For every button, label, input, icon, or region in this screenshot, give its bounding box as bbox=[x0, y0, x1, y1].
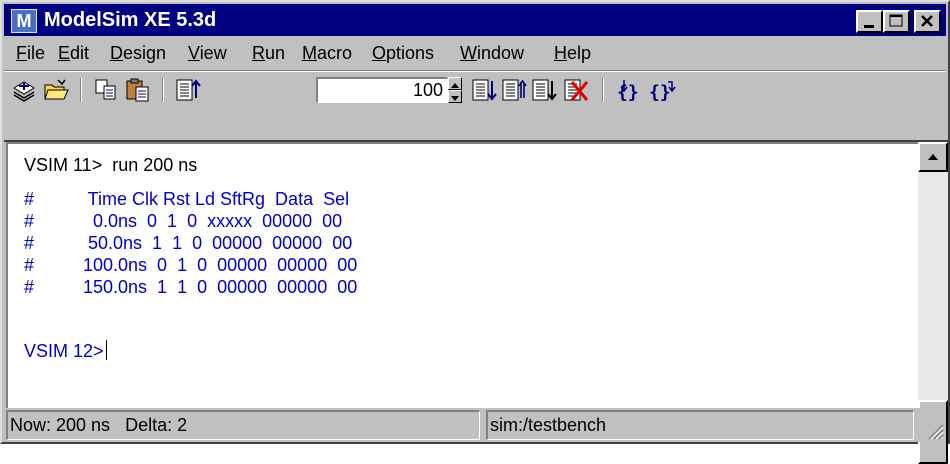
menu-window[interactable]: Window bbox=[460, 42, 524, 64]
step-out-brace-icon: {} bbox=[649, 81, 676, 103]
menu-run[interactable]: Run bbox=[252, 42, 285, 64]
spin-down-icon bbox=[451, 96, 459, 101]
menu-design[interactable]: Design bbox=[110, 42, 166, 64]
modelsim-window: M ModelSim XE 5.3d File Edit Design View… bbox=[0, 0, 950, 464]
modelsim-logo-icon[interactable]: M bbox=[11, 9, 37, 33]
step-out-brace-button[interactable]: {} bbox=[648, 76, 676, 104]
minimize-icon bbox=[864, 25, 874, 28]
console-output-line: # Time Clk Rst Ld SftRg Data Sel bbox=[24, 189, 350, 209]
spin-up-button[interactable] bbox=[448, 77, 462, 90]
paste-icon bbox=[126, 78, 149, 102]
sim-context: sim:/testbench bbox=[490, 415, 607, 435]
svg-text:{}: {} bbox=[649, 82, 671, 103]
menu-macro[interactable]: Macro bbox=[302, 42, 352, 64]
sim-context-panel: sim:/testbench bbox=[486, 410, 914, 440]
maximize-button[interactable] bbox=[883, 10, 910, 33]
continue-icon bbox=[532, 79, 557, 101]
load-design-button[interactable] bbox=[10, 76, 38, 104]
load-design-icon bbox=[13, 81, 35, 102]
sim-now: Now: 200 ns bbox=[10, 415, 111, 435]
console-prompt: VSIM 11> bbox=[24, 155, 103, 175]
console-output-line: # 100.0ns 0 1 0 00000 00000 00 bbox=[24, 255, 358, 275]
menu-bar: File Edit Design View Run Macro Options … bbox=[4, 38, 946, 68]
step-icon bbox=[472, 79, 497, 101]
svg-text:{}: {} bbox=[617, 82, 639, 103]
sim-delta: Delta: 2 bbox=[125, 415, 188, 435]
close-icon bbox=[921, 15, 933, 27]
resize-grip-icon[interactable] bbox=[924, 420, 944, 440]
menu-options[interactable]: Options bbox=[372, 42, 434, 64]
step-button[interactable] bbox=[470, 76, 498, 104]
toolbar: 100 {} {} bbox=[4, 72, 946, 108]
console-output-line: # 0.0ns 0 1 0 xxxxx 00000 00 bbox=[24, 211, 343, 231]
break-icon bbox=[564, 79, 589, 101]
step-over-icon bbox=[502, 79, 527, 101]
run-restart-button[interactable] bbox=[174, 76, 202, 104]
continue-button[interactable] bbox=[530, 76, 558, 104]
title-bar[interactable]: M ModelSim XE 5.3d bbox=[4, 4, 946, 36]
transcript-console[interactable]: VSIM 11> run 200 ns # Time Clk Rst Ld Sf… bbox=[6, 142, 918, 430]
status-bar: Now: 200 ns Delta: 2 sim:/testbench bbox=[4, 408, 946, 442]
copy-icon bbox=[95, 79, 116, 100]
minimize-button[interactable] bbox=[856, 10, 883, 33]
console-command-line: VSIM 11> run 200 ns bbox=[24, 154, 197, 176]
console-input-line[interactable]: VSIM 12> bbox=[24, 340, 107, 362]
open-folder-button[interactable] bbox=[42, 76, 70, 104]
console-vertical-scrollbar[interactable] bbox=[918, 142, 948, 464]
run-length-field[interactable]: 100 bbox=[316, 77, 448, 103]
open-folder-icon bbox=[44, 79, 69, 100]
text-cursor bbox=[105, 340, 107, 360]
arrow-up-icon bbox=[928, 154, 938, 160]
console-command: run 200 ns bbox=[112, 155, 198, 175]
toolbar-separator bbox=[162, 78, 164, 102]
menu-file[interactable]: File bbox=[16, 42, 45, 64]
spin-down-button[interactable] bbox=[448, 90, 462, 103]
menu-edit[interactable]: Edit bbox=[58, 42, 89, 64]
console-output-line: # 50.0ns 1 1 0 00000 00000 00 bbox=[24, 233, 353, 253]
run-length-spinner bbox=[448, 77, 462, 103]
toolbar-separator bbox=[602, 78, 604, 102]
step-into-brace-button[interactable]: {} bbox=[616, 76, 644, 104]
close-button[interactable] bbox=[914, 10, 941, 33]
toolbar-separator bbox=[80, 78, 82, 102]
menu-help[interactable]: Help bbox=[554, 42, 591, 64]
sim-time-panel: Now: 200 ns Delta: 2 bbox=[6, 410, 480, 440]
break-button[interactable] bbox=[562, 76, 590, 104]
menu-view[interactable]: View bbox=[188, 42, 227, 64]
maximize-icon bbox=[889, 14, 903, 27]
run-restart-icon bbox=[176, 79, 201, 101]
step-over-button[interactable] bbox=[500, 76, 528, 104]
console-output-line: # 150.0ns 1 1 0 00000 00000 00 bbox=[24, 277, 358, 297]
console-prompt: VSIM 12> bbox=[24, 341, 104, 361]
window-title: ModelSim XE 5.3d bbox=[44, 9, 217, 31]
paste-button[interactable] bbox=[124, 76, 152, 104]
scroll-up-button[interactable] bbox=[918, 142, 948, 172]
step-into-brace-icon: {} bbox=[617, 80, 639, 103]
copy-button[interactable] bbox=[92, 76, 120, 104]
